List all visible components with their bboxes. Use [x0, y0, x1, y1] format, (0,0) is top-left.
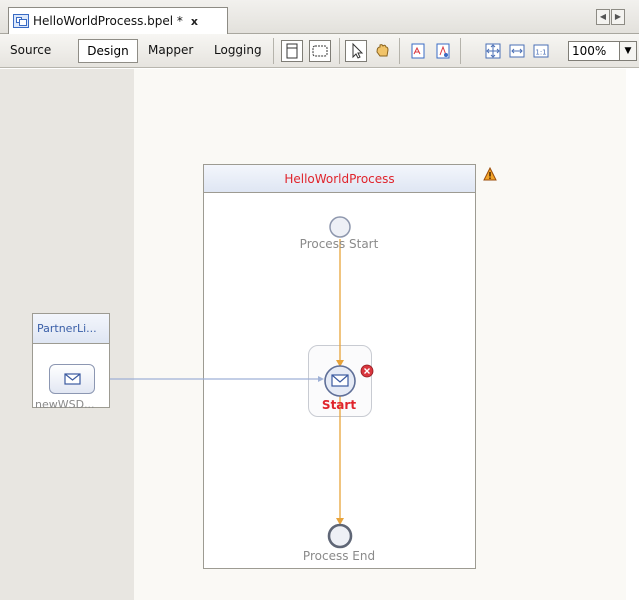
zoom-select[interactable]: 100%: [568, 41, 620, 61]
torn-edge-right: [626, 69, 639, 615]
editor-toolbar: Source Design Mapper Logging 1:1 100% ▼: [0, 34, 639, 68]
hand-icon: [376, 44, 389, 57]
export-image-button[interactable]: [432, 40, 454, 62]
fit-all-icon: [485, 43, 501, 59]
expand-all-button[interactable]: [309, 40, 331, 62]
partner-port-label: newWSD...: [35, 398, 95, 411]
export-icon: [436, 43, 450, 59]
receive-activity-label[interactable]: Start: [322, 398, 356, 412]
envelope-icon: [64, 373, 81, 385]
partner-port-button[interactable]: [49, 364, 95, 394]
pointer-icon: [352, 42, 364, 59]
process-end-label: Process End: [302, 549, 376, 563]
select-tool-button[interactable]: [345, 40, 367, 62]
partner-link-title[interactable]: PartnerLi...: [33, 314, 109, 344]
toolbar-separator: [273, 38, 274, 64]
editor-tab[interactable]: HelloWorldProcess.bpel * x: [8, 7, 228, 34]
process-start-label: Process Start: [299, 237, 379, 251]
bpel-file-icon: [13, 14, 29, 28]
tab-scroll-right-icon[interactable]: ▶: [611, 9, 625, 25]
palette-icon: [286, 43, 298, 59]
design-view-button[interactable]: Design: [78, 39, 138, 63]
tab-scroll-left-icon[interactable]: ◀: [596, 9, 610, 25]
partner-link-box[interactable]: PartnerLi... newWSD...: [32, 313, 110, 411]
toolbar-separator: [399, 38, 400, 64]
toolbar-separator: [339, 38, 340, 64]
fit-diagram-button[interactable]: [482, 40, 504, 62]
pdf-icon: [411, 43, 425, 59]
zoom-dropdown-chevron-icon[interactable]: ▼: [619, 41, 637, 61]
svg-text:1:1: 1:1: [535, 49, 546, 57]
bpel-editor-window: HelloWorldProcess.bpel * x ◀ ▶ Source De…: [0, 0, 639, 615]
actual-size-icon: 1:1: [533, 44, 549, 58]
editor-tab-strip: HelloWorldProcess.bpel * x ◀ ▶: [0, 0, 639, 34]
process-start-node[interactable]: [329, 216, 351, 238]
process-end-node[interactable]: [327, 523, 353, 549]
editor-tab-title: HelloWorldProcess.bpel *: [33, 14, 183, 28]
hand-tool-button[interactable]: [371, 40, 393, 62]
tab-close-icon[interactable]: x: [191, 15, 198, 28]
actual-size-button[interactable]: 1:1: [530, 40, 552, 62]
toolbar-separator: [460, 38, 461, 64]
show-palette-button[interactable]: [281, 40, 303, 62]
torn-edge-bottom: [0, 600, 639, 615]
fit-width-icon: [509, 44, 525, 58]
logging-view-button[interactable]: Logging: [214, 43, 262, 57]
fit-width-button[interactable]: [506, 40, 528, 62]
dashed-frame-icon: [312, 45, 328, 57]
partner-link-arrow: [318, 376, 324, 382]
export-pdf-button[interactable]: [407, 40, 429, 62]
source-view-button[interactable]: Source: [10, 43, 51, 57]
mapper-view-button[interactable]: Mapper: [148, 43, 193, 57]
